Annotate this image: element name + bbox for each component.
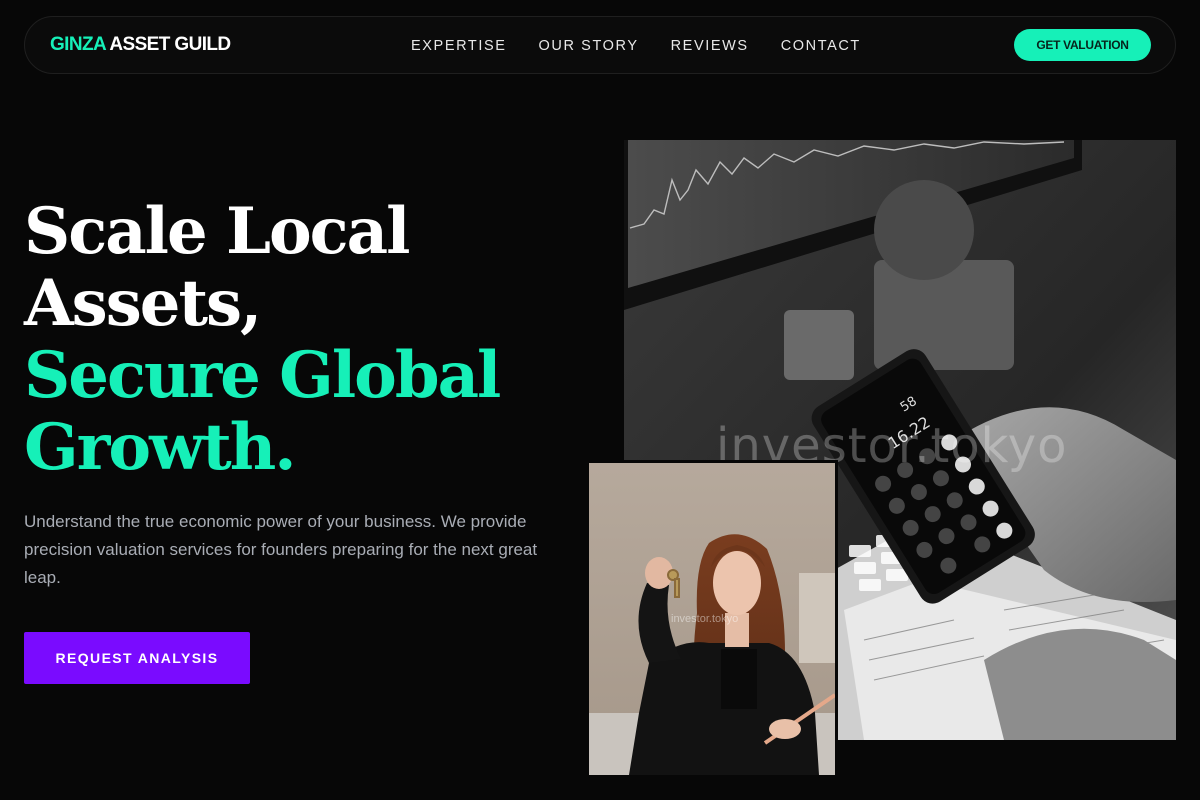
- nav-link-expertise[interactable]: EXPERTISE: [411, 38, 507, 54]
- nav-menu: EXPERTISE OUR STORY REVIEWS CONTACT: [411, 17, 861, 75]
- top-nav: GINZA ASSET GUILD EXPERTISE OUR STORY RE…: [24, 16, 1176, 74]
- nav-link-reviews[interactable]: REVIEWS: [671, 38, 749, 54]
- hero-photo-portrait: investor.tokyo: [586, 460, 838, 778]
- headline-line-1: Scale Local: [24, 194, 410, 269]
- nav-link-contact[interactable]: CONTACT: [781, 38, 861, 54]
- logo-text: ASSET GUILD: [105, 34, 231, 55]
- logo-accent: GINZA: [50, 34, 106, 55]
- headline-line-3: Secure Global: [24, 338, 501, 413]
- headline-line-4: Growth.: [24, 410, 297, 485]
- nav-link-our-story[interactable]: OUR STORY: [539, 38, 639, 54]
- get-valuation-button[interactable]: GET VALUATION: [1014, 29, 1151, 61]
- hero-description: Understand the true economic power of yo…: [24, 512, 538, 587]
- hero-headline: Scale Local Assets, Secure Global Growth…: [24, 196, 584, 484]
- headline-line-2: Assets,: [24, 266, 262, 341]
- logo[interactable]: GINZA ASSET GUILD: [50, 34, 231, 56]
- request-analysis-button[interactable]: REQUEST ANALYSIS: [24, 632, 250, 684]
- portrait-watermark: investor.tokyo: [671, 613, 739, 625]
